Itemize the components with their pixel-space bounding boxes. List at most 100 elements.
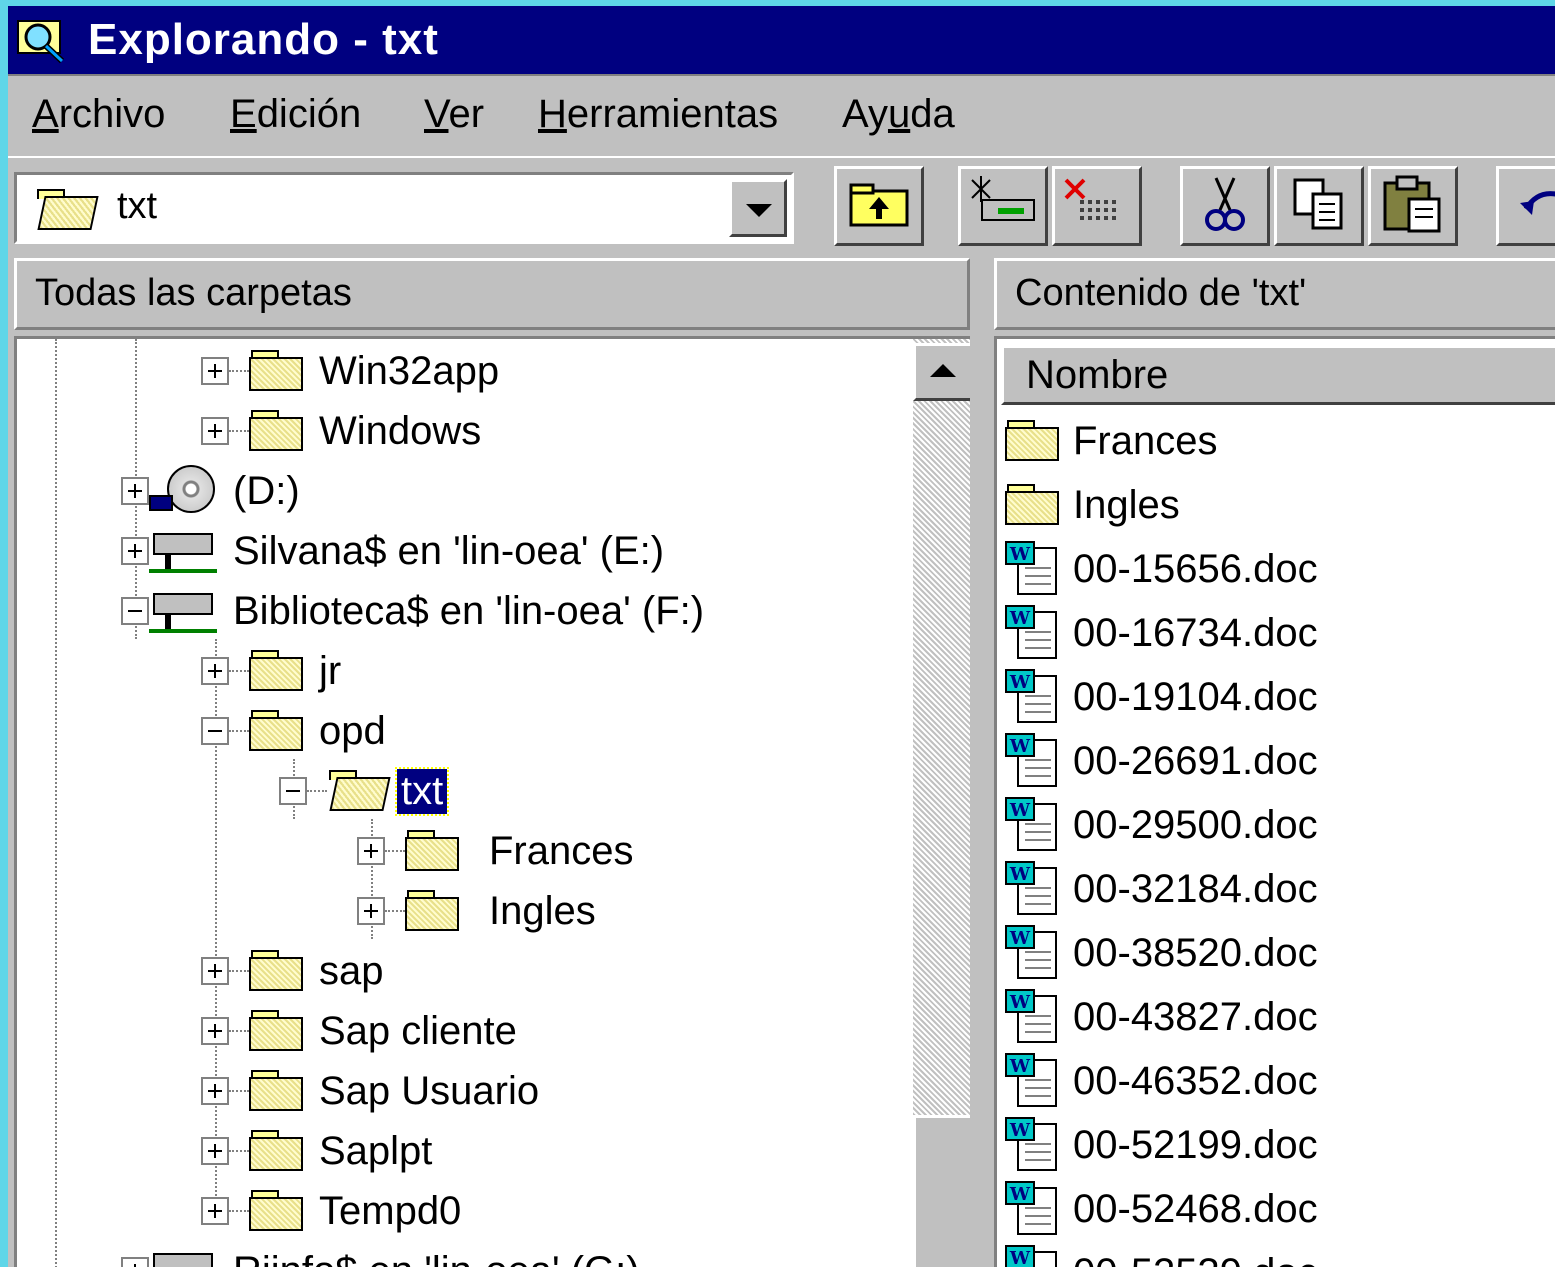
- undo-icon: [1516, 179, 1555, 234]
- network-drive-icon: [149, 1243, 219, 1267]
- list-item[interactable]: W 00-52539.doc: [1005, 1241, 1318, 1267]
- address-combobox[interactable]: txt: [14, 172, 794, 244]
- list-item[interactable]: W 00-52468.doc: [1005, 1177, 1318, 1241]
- tree-item-sap-usuario[interactable]: Sap Usuario: [201, 1061, 539, 1121]
- list-item[interactable]: W 00-16734.doc: [1005, 601, 1318, 665]
- list-item[interactable]: W 00-19104.doc: [1005, 665, 1318, 729]
- folder-tree: Win32app Windows (D:) Silvana$ en 'lin-o…: [14, 336, 970, 1267]
- paste-button[interactable]: [1368, 166, 1458, 246]
- list-item[interactable]: W 00-46352.doc: [1005, 1049, 1318, 1113]
- pane-splitter[interactable]: [970, 258, 994, 1267]
- folder-icon: [249, 1070, 305, 1112]
- copy-button[interactable]: [1274, 166, 1364, 246]
- expand-button[interactable]: [201, 957, 229, 985]
- contents-list: Nombre Frances Ingles W 00-15656.doc W 0…: [994, 336, 1555, 1267]
- folder-icon: [249, 650, 305, 692]
- list-item[interactable]: W 00-32184.doc: [1005, 857, 1318, 921]
- word-document-icon: W: [1005, 541, 1061, 597]
- expand-button[interactable]: [201, 1197, 229, 1225]
- title-bar[interactable]: Explorando - txt: [8, 6, 1555, 74]
- explorer-icon: [16, 15, 70, 65]
- contents-pane-header: Contenido de 'txt': [994, 258, 1555, 330]
- word-document-icon: W: [1005, 669, 1061, 725]
- list-item[interactable]: Frances: [1005, 409, 1218, 473]
- tree-item-drive-e[interactable]: Silvana$ en 'lin-oea' (E:): [121, 521, 664, 581]
- cut-button[interactable]: [1180, 166, 1270, 246]
- tree-item-sap[interactable]: sap: [201, 941, 384, 1001]
- collapse-button[interactable]: [201, 717, 229, 745]
- expand-button[interactable]: [121, 1257, 149, 1267]
- scroll-up-button[interactable]: [913, 343, 970, 401]
- menu-archivo[interactable]: Archivo: [32, 92, 165, 137]
- list-item[interactable]: W 00-43827.doc: [1005, 985, 1318, 1049]
- open-folder-icon: [35, 189, 99, 231]
- tree-item-ingles[interactable]: Ingles: [357, 881, 596, 941]
- expand-button[interactable]: [201, 357, 229, 385]
- network-drive-icon: [149, 583, 219, 639]
- folder-icon: [249, 410, 305, 452]
- expand-button[interactable]: [121, 477, 149, 505]
- tree-item-jr[interactable]: jr: [201, 641, 341, 701]
- tree-item-opd[interactable]: opd: [201, 701, 386, 761]
- tree-item-win32app[interactable]: Win32app: [201, 341, 499, 401]
- tree-item-drive-d[interactable]: (D:): [121, 461, 300, 521]
- word-document-icon: W: [1005, 733, 1061, 789]
- menu-ayuda[interactable]: Ayuda: [842, 92, 955, 137]
- disconnect-drive-icon: [1062, 176, 1132, 237]
- word-document-icon: W: [1005, 925, 1061, 981]
- folder-icon: [249, 1010, 305, 1052]
- tree-item-frances[interactable]: Frances: [357, 821, 634, 881]
- expand-button[interactable]: [201, 417, 229, 445]
- tree-item-drive-f[interactable]: Biblioteca$ en 'lin-oea' (F:): [121, 581, 704, 641]
- tree-item-txt[interactable]: txt: [279, 761, 450, 821]
- tree-item-saplpt[interactable]: Saplpt: [201, 1121, 432, 1181]
- up-folder-icon: [847, 179, 911, 234]
- expand-button[interactable]: [201, 1077, 229, 1105]
- word-document-icon: W: [1005, 1053, 1061, 1109]
- folder-icon: [249, 710, 305, 752]
- expand-button[interactable]: [201, 1137, 229, 1165]
- cd-drive-icon: [149, 463, 219, 519]
- tree-item-drive-g[interactable]: Riinfo$ en 'lin-oea' (G:): [121, 1241, 640, 1267]
- menu-herramientas[interactable]: Herramientas: [538, 92, 778, 137]
- list-item[interactable]: W 00-29500.doc: [1005, 793, 1318, 857]
- address-dropdown-button[interactable]: [729, 179, 787, 237]
- expand-button[interactable]: [357, 837, 385, 865]
- folder-icon: [1005, 420, 1061, 462]
- scroll-thumb[interactable]: [913, 1115, 970, 1267]
- tree-scrollbar[interactable]: [913, 339, 970, 1267]
- tree-guide-line: [55, 339, 57, 1267]
- expand-button[interactable]: [201, 657, 229, 685]
- expand-button[interactable]: [357, 897, 385, 925]
- cut-icon: [1200, 174, 1250, 239]
- copy-icon: [1289, 174, 1349, 239]
- collapse-button[interactable]: [279, 777, 307, 805]
- list-item[interactable]: W 00-38520.doc: [1005, 921, 1318, 985]
- list-item[interactable]: W 00-15656.doc: [1005, 537, 1318, 601]
- expand-button[interactable]: [201, 1017, 229, 1045]
- word-document-icon: W: [1005, 989, 1061, 1045]
- word-document-icon: W: [1005, 797, 1061, 853]
- list-item[interactable]: Ingles: [1005, 473, 1180, 537]
- map-drive-button[interactable]: [958, 166, 1048, 246]
- tree-item-tempd0[interactable]: Tempd0: [201, 1181, 461, 1241]
- list-item[interactable]: W 00-26691.doc: [1005, 729, 1318, 793]
- toolbar: txt: [8, 158, 1555, 254]
- tree-pane-header: Todas las carpetas: [14, 258, 970, 330]
- paste-icon: [1381, 173, 1445, 240]
- tree-item-sap-cliente[interactable]: Sap cliente: [201, 1001, 517, 1061]
- undo-button[interactable]: [1496, 166, 1555, 246]
- column-header-nombre[interactable]: Nombre: [1001, 345, 1555, 405]
- menu-edicion[interactable]: Edición: [230, 92, 361, 137]
- list-item[interactable]: W 00-52199.doc: [1005, 1113, 1318, 1177]
- folder-icon: [249, 1130, 305, 1172]
- menu-ver[interactable]: Ver: [424, 92, 484, 137]
- tree-item-windows[interactable]: Windows: [201, 401, 481, 461]
- disconnect-drive-button[interactable]: [1052, 166, 1142, 246]
- explorer-window: Explorando - txt Archivo Edición Ver Her…: [0, 0, 1555, 1267]
- expand-button[interactable]: [121, 537, 149, 565]
- collapse-button[interactable]: [121, 597, 149, 625]
- folder-icon: [1005, 484, 1061, 526]
- folder-icon: [405, 830, 461, 872]
- up-folder-button[interactable]: [834, 166, 924, 246]
